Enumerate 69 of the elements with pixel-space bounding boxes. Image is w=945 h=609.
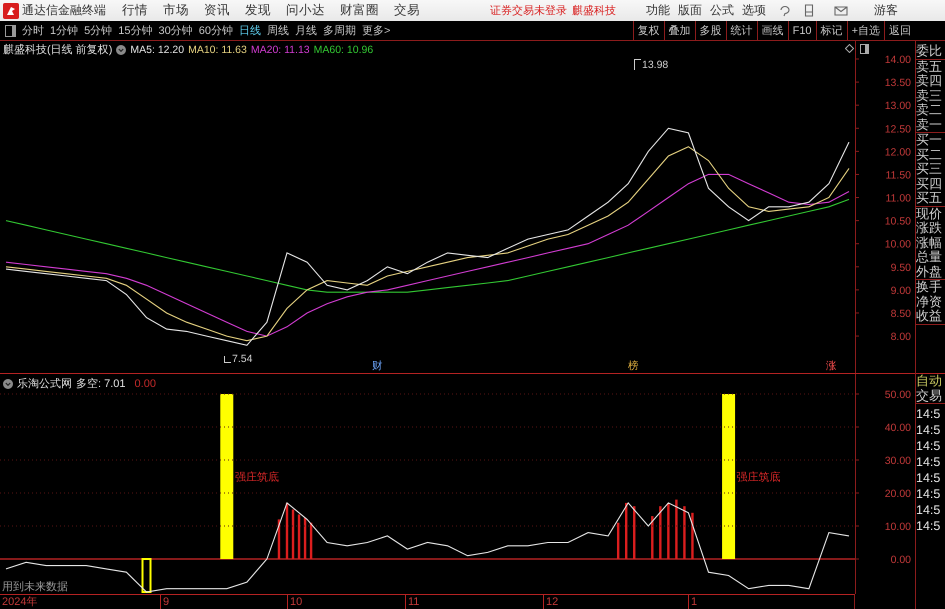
date-axis-label: 1 (688, 595, 698, 609)
axis-tick-label: 12.50 (884, 123, 911, 136)
event-marker: 榜 (628, 359, 639, 373)
quote-label: 买一 (916, 133, 943, 148)
axis-tick-label: 20.00 (884, 488, 911, 500)
quote-label: 换手 (916, 280, 943, 294)
quote-label: 总量 (916, 250, 943, 264)
axis-tick-label: 30.00 (884, 455, 911, 467)
future-data-note: 用到未来数据 (2, 580, 68, 594)
axis-tick-label: 50.00 (884, 389, 911, 401)
quote-label: 卖三 (916, 88, 943, 103)
date-axis-label: 10 (287, 595, 302, 609)
axis-tick-label: 9.00 (890, 284, 911, 297)
quote-label: 现价 (916, 206, 943, 221)
quote-label: 收益 (916, 309, 943, 324)
quote-label: 买四 (916, 176, 943, 191)
axis-tick-label: 8.00 (890, 331, 911, 344)
axis-tick-label: 0.00 (890, 554, 911, 566)
axis-tick-label: 10.50 (884, 216, 911, 228)
date-axis-label: 9 (160, 595, 170, 609)
trade-time: 14:5 (916, 438, 942, 454)
event-marker: 涨 (826, 359, 837, 373)
quote-label: 卖四 (916, 74, 943, 88)
quote-label: 涨跌 (916, 221, 943, 236)
axis-tick-label: 11.50 (886, 169, 911, 182)
axis-tick-label: 12.00 (884, 146, 911, 158)
trade-time: 14:5 (916, 470, 942, 486)
date-axis-label: 11 (405, 595, 420, 609)
event-marker: 财 (372, 359, 383, 373)
quote-label: 净资 (916, 294, 943, 309)
axis-tick-label: 13.50 (884, 77, 911, 90)
signal-label: 强庄筑底 (736, 472, 781, 484)
price-callout: 13.98 (634, 59, 668, 71)
quote-label: 买二 (916, 148, 943, 162)
indicator-name: 乐淘公式网 (17, 377, 72, 391)
axis-tick-label: 8.50 (890, 308, 911, 320)
date-axis-label: 12 (543, 595, 558, 609)
trade-time: 14:5 (916, 422, 942, 438)
ma-legend-value: MA20: 11.13 (250, 44, 310, 56)
trade-time: 14:5 (916, 454, 942, 470)
price-callout: 7.54 (224, 353, 252, 365)
trade-time: 14:5 (916, 486, 942, 502)
axis-tick-label: 9.50 (890, 262, 911, 274)
app-title: 通达信金融终端 (22, 2, 106, 19)
ma-legend-value: MA10: 11.63 (188, 44, 247, 56)
trade-time: 14:5 (916, 406, 942, 422)
indicator-reading: 多空: 7.01 (76, 376, 126, 391)
axis-tick-label: 11.00 (886, 192, 911, 205)
ma-legend-value: MA60: 10.96 (314, 44, 374, 56)
axis-tick-label: 10.00 (884, 521, 911, 534)
trade-time: 14:5 (916, 502, 942, 518)
quote-label: 委比 (916, 44, 943, 58)
axis-tick-label: 13.00 (884, 100, 911, 112)
axis-tick-label: 40.00 (884, 422, 911, 434)
ma-legend-value: MA5: 12.20 (130, 44, 184, 56)
indicator-reading: 0.00 (134, 378, 156, 390)
axis-tick-label: 14.00 (884, 54, 911, 66)
quote-label: 卖二 (916, 103, 943, 118)
quote-label: 卖一 (916, 118, 943, 132)
quote-label: 卖五 (916, 60, 943, 74)
axis-tick-label: 10.00 (884, 238, 911, 251)
quote-label: 买五 (916, 191, 943, 206)
signal-label: 强庄筑底 (234, 472, 279, 484)
quote-label: 外盘 (916, 264, 943, 279)
chart-title: 麒盛科技(日线 前复权) (3, 42, 112, 57)
date-axis-label: 2024年 (1, 595, 38, 609)
trade-time: 14:5 (916, 518, 942, 534)
quote-label: 涨幅 (916, 236, 943, 250)
quote-label: 买三 (916, 162, 943, 176)
